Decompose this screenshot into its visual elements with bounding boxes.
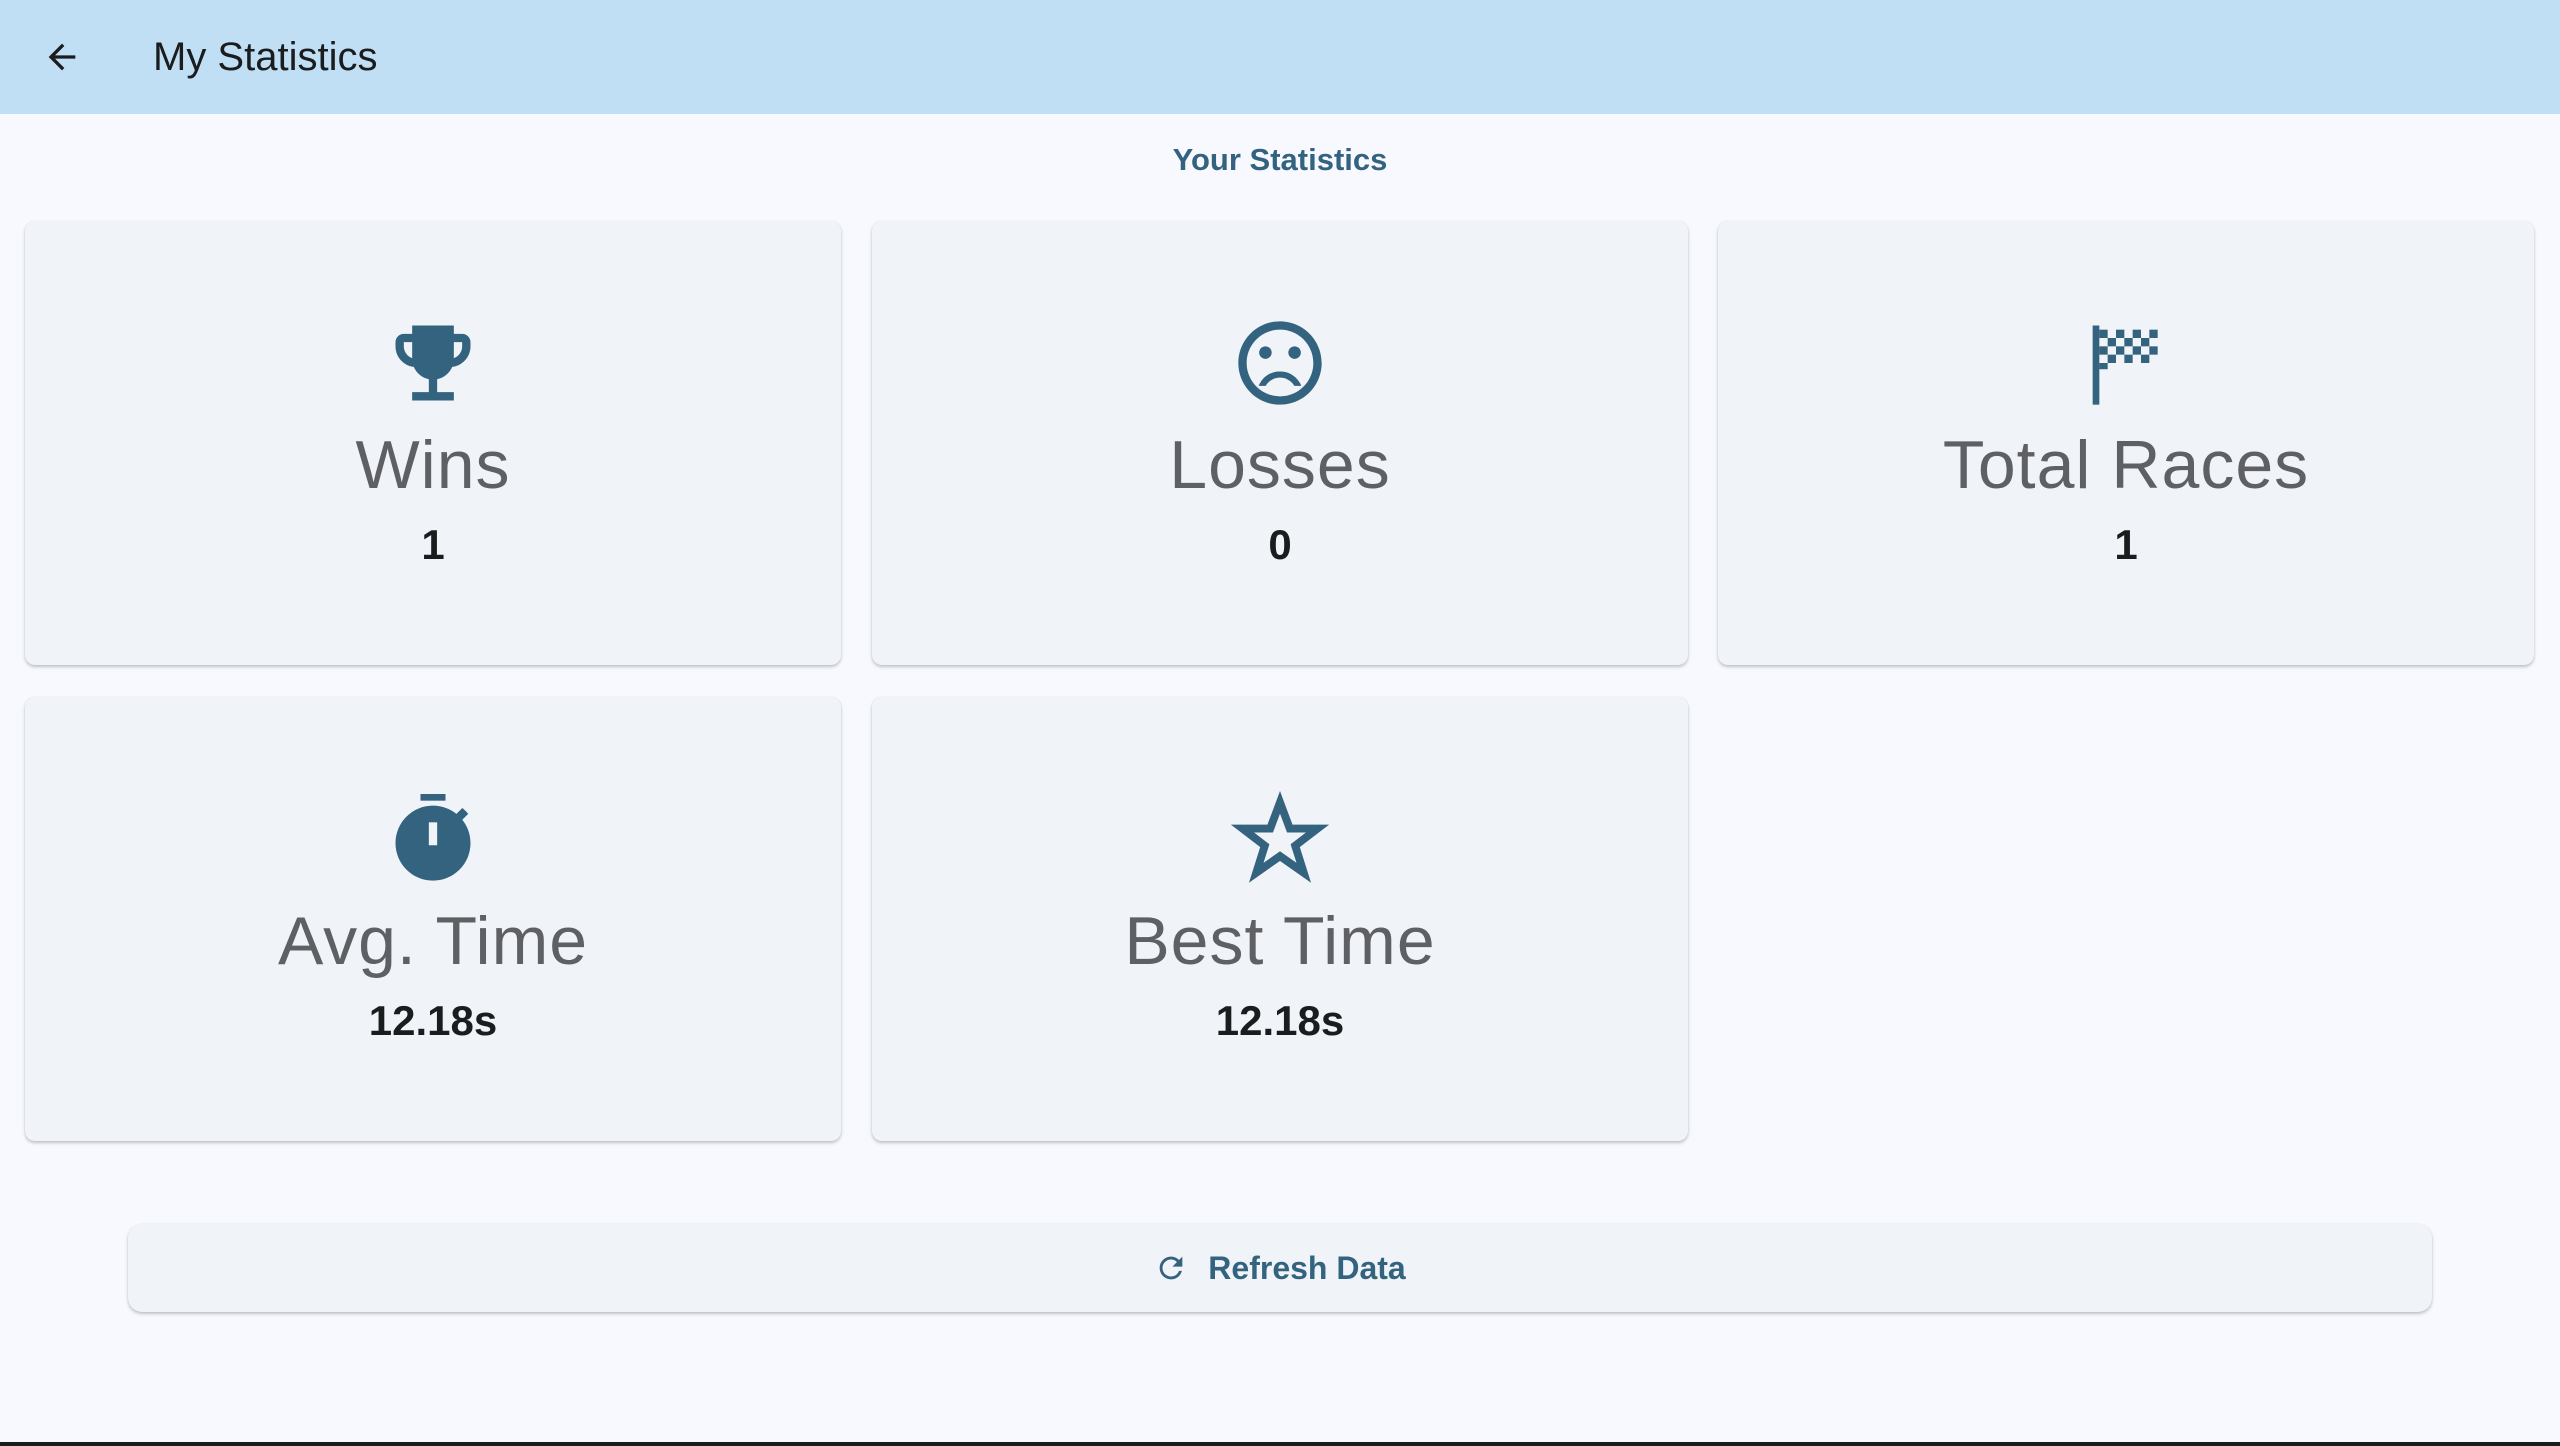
refresh-button-label: Refresh Data bbox=[1208, 1249, 1406, 1286]
app-bar-title: My Statistics bbox=[153, 35, 378, 79]
stat-label: Avg. Time bbox=[277, 903, 589, 979]
stat-value: 0 bbox=[1268, 521, 1292, 568]
stat-card-losses: Losses 0 bbox=[872, 221, 1688, 665]
stat-label: Best Time bbox=[1124, 903, 1436, 979]
stat-card-total-races: Total Races 1 bbox=[1718, 221, 2534, 665]
refresh-icon bbox=[1159, 1256, 1183, 1280]
stat-value: 1 bbox=[2114, 521, 2138, 568]
stat-label: Wins bbox=[355, 427, 511, 503]
back-button[interactable] bbox=[26, 21, 98, 93]
refresh-data-button[interactable]: Refresh Data bbox=[128, 1224, 2432, 1312]
checkered-flag-icon bbox=[1718, 313, 2534, 415]
arrow-back-icon bbox=[48, 43, 76, 71]
trophy-icon bbox=[25, 313, 841, 415]
sad-face-icon bbox=[872, 313, 1688, 415]
star-outline-icon bbox=[872, 789, 1688, 891]
stat-card-best-time: Best Time 12.18s bbox=[872, 697, 1688, 1141]
stat-card-wins: Wins 1 bbox=[25, 221, 841, 665]
app-bar: My Statistics bbox=[0, 0, 2560, 114]
stat-value: 12.18s bbox=[1215, 997, 1345, 1044]
stat-card-avg-time: Avg. Time 12.18s bbox=[25, 697, 841, 1141]
stat-label: Losses bbox=[1169, 427, 1391, 503]
section-heading: Your Statistics bbox=[1172, 142, 1388, 177]
stat-value: 1 bbox=[421, 521, 445, 568]
stat-label: Total Races bbox=[1942, 427, 2310, 503]
bottom-divider bbox=[0, 1442, 2560, 1446]
stopwatch-icon bbox=[25, 789, 841, 891]
stat-value: 12.18s bbox=[368, 997, 498, 1044]
